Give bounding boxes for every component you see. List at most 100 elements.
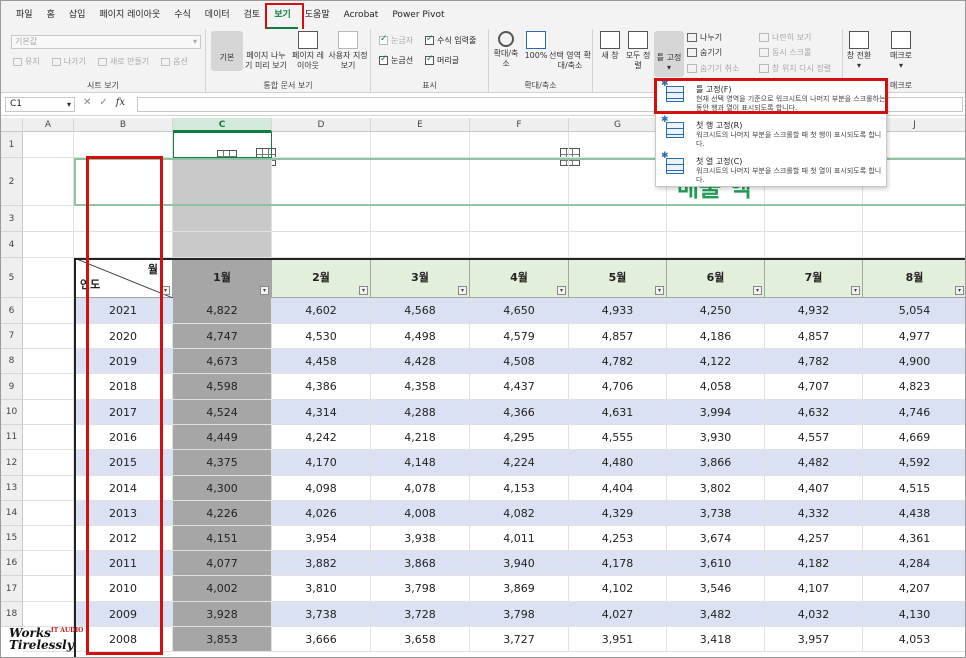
value-cell[interactable]: 4,207	[863, 576, 965, 602]
cell-empty[interactable]	[765, 206, 863, 232]
cancel-icon[interactable]: ✕	[83, 97, 91, 108]
filter-dropdown-icon[interactable]: ▾	[851, 286, 860, 295]
value-cell[interactable]: 4,555	[569, 425, 667, 450]
value-cell[interactable]: 3,727	[470, 627, 569, 652]
filter-dropdown-icon[interactable]: ▾	[557, 286, 566, 295]
cell-empty[interactable]	[23, 206, 74, 232]
value-cell[interactable]: 3,994	[667, 400, 765, 425]
value-cell[interactable]: 4,631	[569, 400, 667, 425]
cell-empty[interactable]	[23, 374, 74, 400]
macros-button[interactable]: 매크로 ▾	[885, 31, 917, 71]
cell-empty[interactable]	[23, 324, 74, 349]
options-button[interactable]: 옵션	[161, 56, 188, 67]
value-cell[interactable]: 3,738	[272, 602, 371, 627]
month-header-2[interactable]: 2월 ▾	[272, 258, 371, 298]
view-side-by-side-button[interactable]: 나란히 보기	[759, 32, 811, 43]
filter-dropdown-icon[interactable]: ▾	[753, 286, 762, 295]
value-cell[interactable]: 4,579	[470, 324, 569, 349]
value-cell[interactable]: 4,053	[863, 627, 965, 652]
year-cell[interactable]: 2011	[74, 551, 173, 576]
year-cell[interactable]: 2008	[74, 627, 173, 652]
row-header-14[interactable]: 14	[1, 501, 23, 526]
row-header-17[interactable]: 17	[1, 576, 23, 602]
cell-empty[interactable]	[23, 258, 74, 298]
keep-button[interactable]: 유지	[13, 56, 40, 67]
value-cell[interactable]: 3,868	[371, 551, 470, 576]
value-cell[interactable]: 3,853	[173, 627, 272, 652]
value-cell[interactable]: 4,602	[272, 298, 371, 324]
column-header-G[interactable]: G	[569, 118, 667, 132]
hide-button[interactable]: 숨기기	[687, 47, 722, 58]
row-header-5[interactable]: 5	[1, 258, 23, 298]
column-header-A[interactable]: A	[23, 118, 74, 132]
value-cell[interactable]: 4,515	[863, 476, 965, 501]
year-cell[interactable]: 2010	[74, 576, 173, 602]
value-cell[interactable]: 4,361	[863, 526, 965, 551]
year-cell[interactable]: 2015	[74, 450, 173, 476]
menu-tab-2[interactable]: 삽입	[62, 1, 93, 29]
year-cell[interactable]: 2017	[74, 400, 173, 425]
value-cell[interactable]: 4,857	[765, 324, 863, 349]
column-header-D[interactable]: D	[272, 118, 371, 132]
gridlines-checkbox[interactable]: 눈금선	[379, 54, 413, 66]
value-cell[interactable]: 4,148	[371, 450, 470, 476]
row-header-10[interactable]: 10	[1, 400, 23, 425]
row-header-3[interactable]: 3	[1, 206, 23, 232]
value-cell[interactable]: 4,707	[765, 374, 863, 400]
cell-empty[interactable]	[23, 526, 74, 551]
column-header-F[interactable]: F	[470, 118, 569, 132]
value-cell[interactable]: 4,027	[569, 602, 667, 627]
value-cell[interactable]: 3,866	[667, 450, 765, 476]
value-cell[interactable]: 4,632	[765, 400, 863, 425]
value-cell[interactable]: 4,153	[470, 476, 569, 501]
value-cell[interactable]: 4,170	[272, 450, 371, 476]
menu-tab-1[interactable]: 홈	[40, 1, 62, 29]
cell-empty[interactable]	[74, 132, 173, 158]
cell-empty[interactable]	[23, 349, 74, 374]
value-cell[interactable]: 3,928	[173, 602, 272, 627]
switch-windows-button[interactable]: 창 전환 ▾	[845, 31, 873, 71]
cell-empty[interactable]	[569, 232, 667, 258]
value-cell[interactable]: 4,288	[371, 400, 470, 425]
value-cell[interactable]: 4,102	[569, 576, 667, 602]
value-cell[interactable]: 4,107	[765, 576, 863, 602]
value-cell[interactable]: 4,151	[173, 526, 272, 551]
cell-empty[interactable]	[667, 232, 765, 258]
cell-empty[interactable]	[23, 158, 74, 206]
select-all-corner[interactable]	[1, 118, 23, 132]
filter-dropdown-icon[interactable]: ▾	[359, 286, 368, 295]
value-cell[interactable]: 4,182	[765, 551, 863, 576]
year-cell[interactable]: 2013	[74, 501, 173, 526]
cell-empty[interactable]	[863, 206, 965, 232]
arrange-all-button[interactable]: 모두 정렬	[625, 31, 651, 71]
value-cell[interactable]: 4,224	[470, 450, 569, 476]
cell-empty[interactable]	[23, 602, 74, 627]
value-cell[interactable]: 4,592	[863, 450, 965, 476]
zoom-button[interactable]: 확대/축소	[491, 31, 521, 69]
value-cell[interactable]: 4,314	[272, 400, 371, 425]
year-cell[interactable]: 2020	[74, 324, 173, 349]
column-header-B[interactable]: B	[74, 118, 173, 132]
cell-empty[interactable]	[23, 425, 74, 450]
name-box[interactable]: C1 ▾	[5, 97, 75, 112]
value-cell[interactable]: 3,951	[569, 627, 667, 652]
cell-empty[interactable]	[371, 132, 470, 158]
cell-empty[interactable]	[23, 450, 74, 476]
insert-function-icon[interactable]: fx	[116, 97, 125, 108]
ruler-checkbox[interactable]: 눈금자	[379, 34, 413, 46]
split-button[interactable]: 나누기	[687, 32, 722, 43]
value-cell[interactable]: 4,218	[371, 425, 470, 450]
value-cell[interactable]: 3,802	[667, 476, 765, 501]
value-cell[interactable]: 4,332	[765, 501, 863, 526]
value-cell[interactable]: 4,669	[863, 425, 965, 450]
value-cell[interactable]: 4,782	[569, 349, 667, 374]
value-cell[interactable]: 4,706	[569, 374, 667, 400]
header-corner-cell[interactable]: 월 연도 ▾	[74, 258, 173, 298]
value-cell[interactable]: 4,782	[765, 349, 863, 374]
value-cell[interactable]: 4,366	[470, 400, 569, 425]
row-header-15[interactable]: 15	[1, 526, 23, 551]
value-cell[interactable]: 4,530	[272, 324, 371, 349]
value-cell[interactable]: 4,178	[569, 551, 667, 576]
value-cell[interactable]: 4,480	[569, 450, 667, 476]
value-cell[interactable]: 4,482	[765, 450, 863, 476]
